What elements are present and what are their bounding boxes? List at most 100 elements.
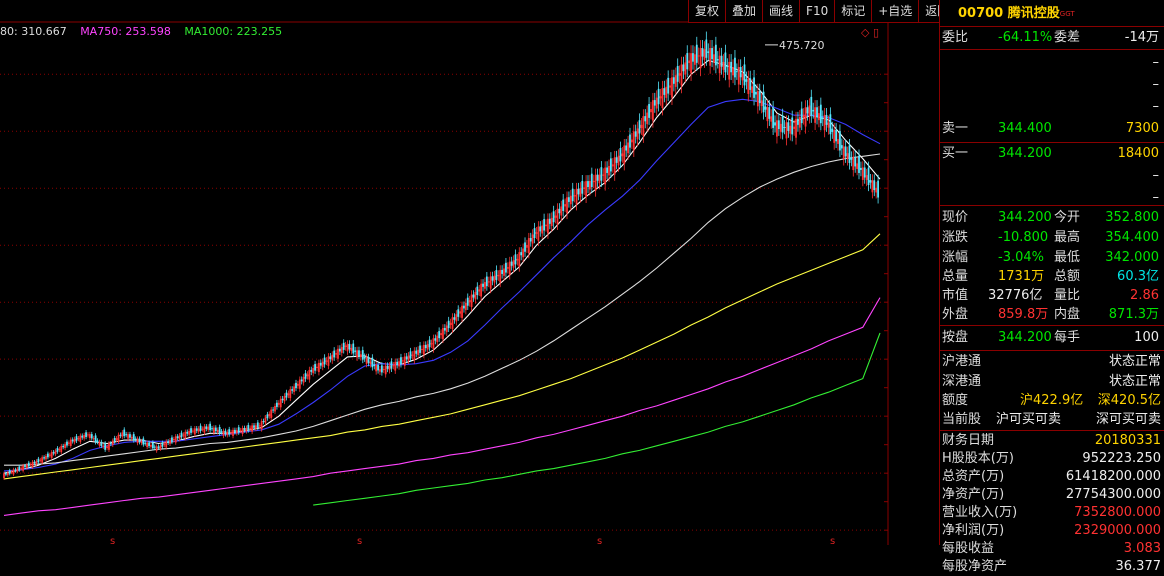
candle-body xyxy=(522,248,525,258)
quote-row: 市值 32776亿 量比 2.86 xyxy=(940,286,1164,305)
candle-body xyxy=(310,369,313,372)
candle-body xyxy=(573,195,576,197)
candle-body xyxy=(24,465,26,468)
window-icon[interactable]: ▯ xyxy=(873,26,879,39)
quote-label: 总量 xyxy=(942,269,969,284)
candle-body xyxy=(659,96,662,99)
candle-body xyxy=(655,97,658,109)
candle-body xyxy=(661,88,664,109)
diamond-icon[interactable]: ◇ xyxy=(861,26,869,39)
candle-body xyxy=(674,75,677,87)
mark-button[interactable]: 标记 xyxy=(834,0,871,22)
finance-value: 2329000.000 xyxy=(1074,523,1161,538)
candle-body xyxy=(850,157,853,160)
candle-body xyxy=(10,471,13,473)
candle-body xyxy=(461,305,463,318)
candle-body xyxy=(709,48,712,66)
candle-body xyxy=(844,146,847,157)
candle-body xyxy=(816,107,818,118)
f10-button[interactable]: F10 xyxy=(799,0,834,22)
candle-body xyxy=(249,427,252,429)
candle-body xyxy=(514,254,517,265)
candle-body xyxy=(526,244,528,248)
connect-row: 深港通 状态正常 xyxy=(940,372,1164,391)
candle-body xyxy=(340,347,343,353)
candle-body xyxy=(676,66,679,82)
candle-body xyxy=(184,431,187,439)
candle-body xyxy=(209,423,212,431)
candle-body xyxy=(678,73,681,76)
candle-body xyxy=(350,347,353,351)
candle-body xyxy=(150,444,152,447)
candle-body xyxy=(505,262,507,273)
candle-body xyxy=(182,434,185,436)
candle-body xyxy=(627,142,629,154)
finance-row: 每股净资产 36.377 xyxy=(940,558,1164,576)
candle-body xyxy=(703,49,706,60)
candle-body xyxy=(629,134,631,148)
candle-body xyxy=(171,437,173,442)
candle-body xyxy=(810,96,813,116)
candle-body xyxy=(459,311,462,314)
candle-body xyxy=(777,120,780,130)
split-marker: s xyxy=(830,536,835,545)
quote-value: 859.8万 xyxy=(998,307,1049,322)
kline-chart[interactable]: 450.0425.0400.0375.0350.0325.0300.0275.0… xyxy=(0,0,889,545)
weibi-section: 委比 -64.11% 委差 -14万 xyxy=(940,27,1164,50)
weicha-value: -14万 xyxy=(1124,30,1159,45)
candle-body xyxy=(100,441,103,446)
finance-value: 3.083 xyxy=(1123,541,1161,556)
candle-body xyxy=(90,434,93,439)
candle-body xyxy=(833,129,836,143)
weibi-row: 委比 -64.11% 委差 -14万 xyxy=(940,27,1164,49)
candle-body xyxy=(640,124,643,129)
candle-body xyxy=(812,109,815,112)
candle-body xyxy=(270,409,273,419)
candle-body xyxy=(281,398,284,401)
candle-body xyxy=(81,435,84,438)
candle-body xyxy=(268,413,271,417)
finance-row: 总资产(万) 61418200.000 xyxy=(940,468,1164,486)
candle-body xyxy=(606,167,608,173)
candle-body xyxy=(497,274,500,277)
quote-value: 344.200 xyxy=(998,210,1052,225)
order-row: – xyxy=(940,96,1164,118)
candle-body xyxy=(491,276,494,281)
candle-body xyxy=(245,427,248,432)
candle-body xyxy=(102,445,105,447)
candle-body xyxy=(58,448,61,451)
candle-body xyxy=(195,428,198,431)
overlay-button[interactable]: 叠加 xyxy=(725,0,762,22)
finance-row: 每股收益 3.083 xyxy=(940,540,1164,558)
candle-body xyxy=(359,354,362,358)
candle-body xyxy=(188,430,191,435)
candle-body xyxy=(176,436,179,439)
candle-body xyxy=(56,448,59,452)
candle-body xyxy=(214,427,217,432)
candle-body xyxy=(493,275,496,283)
candle-body xyxy=(589,180,591,190)
candle-body xyxy=(617,155,620,166)
candle-body xyxy=(558,208,561,214)
candle-body xyxy=(831,128,834,132)
candle-body xyxy=(117,434,120,442)
candle-body xyxy=(247,425,250,431)
candle-body xyxy=(487,281,490,283)
quote-value: 871.3万 xyxy=(1108,307,1159,322)
order-price: 344.400 xyxy=(998,121,1052,136)
candle-body xyxy=(842,146,845,159)
add-watchlist-button[interactable]: +自选 xyxy=(871,0,918,22)
restore-rights-button[interactable]: 复权 xyxy=(689,0,725,22)
candle-body xyxy=(60,445,63,453)
candle-body xyxy=(453,317,456,320)
candle-body xyxy=(602,174,605,176)
candle-body xyxy=(594,174,597,191)
candle-body xyxy=(556,208,559,225)
candle-body xyxy=(818,113,820,121)
candle-body xyxy=(220,431,223,433)
candle-body xyxy=(560,206,563,216)
candle-body xyxy=(129,434,131,438)
draw-line-button[interactable]: 画线 xyxy=(762,0,799,22)
candle-body xyxy=(705,39,708,58)
candle-body xyxy=(43,457,45,459)
